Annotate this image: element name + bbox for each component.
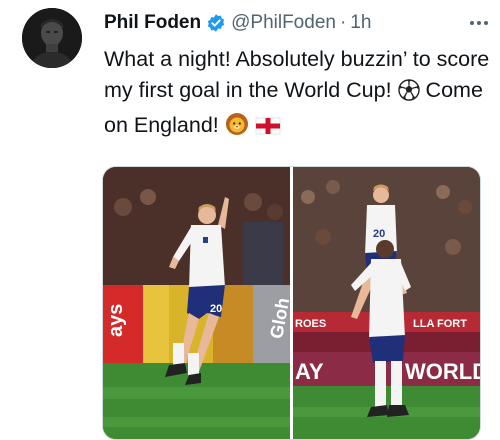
shirt-number-2: 20 [373, 228, 385, 240]
separator-dot: · [339, 12, 347, 33]
ad-board-text-top-right: LLA FORT [413, 318, 467, 330]
soccer-ball-icon [397, 79, 420, 110]
england-flag-icon [255, 114, 281, 145]
timestamp[interactable]: 1h [350, 12, 371, 34]
photo-2-image: ROES LLA FORT AY WORLD 20 [293, 167, 480, 439]
banner-text-right: WORLD [405, 359, 480, 384]
ad-board-text-left: ays [105, 304, 127, 337]
lion-face-icon [225, 112, 249, 145]
media-grid: ays Gloh 20 ROES LLA FORT AY WORLD 20 [102, 166, 481, 440]
ad-board-text-top-left: ROES [295, 318, 326, 330]
banner-text-left: AY [295, 359, 324, 384]
photo-1-image: ays Gloh 20 [103, 167, 290, 439]
verified-badge-icon [206, 13, 226, 33]
avatar-photo [22, 8, 82, 68]
shirt-number-1: 20 [210, 303, 222, 315]
tweet-text: What a night! Absolutely buzzin’ to scor… [104, 44, 492, 145]
user-handle[interactable]: @PhilFoden [231, 12, 336, 34]
display-name[interactable]: Phil Foden [104, 12, 201, 34]
photo-celebration-2[interactable]: ROES LLA FORT AY WORLD 20 [293, 167, 480, 439]
avatar[interactable] [22, 8, 82, 68]
tweet-header: Phil Foden @PhilFoden · 1h [104, 10, 488, 36]
more-options-icon[interactable] [470, 10, 488, 36]
photo-celebration-1[interactable]: ays Gloh 20 [103, 167, 290, 439]
